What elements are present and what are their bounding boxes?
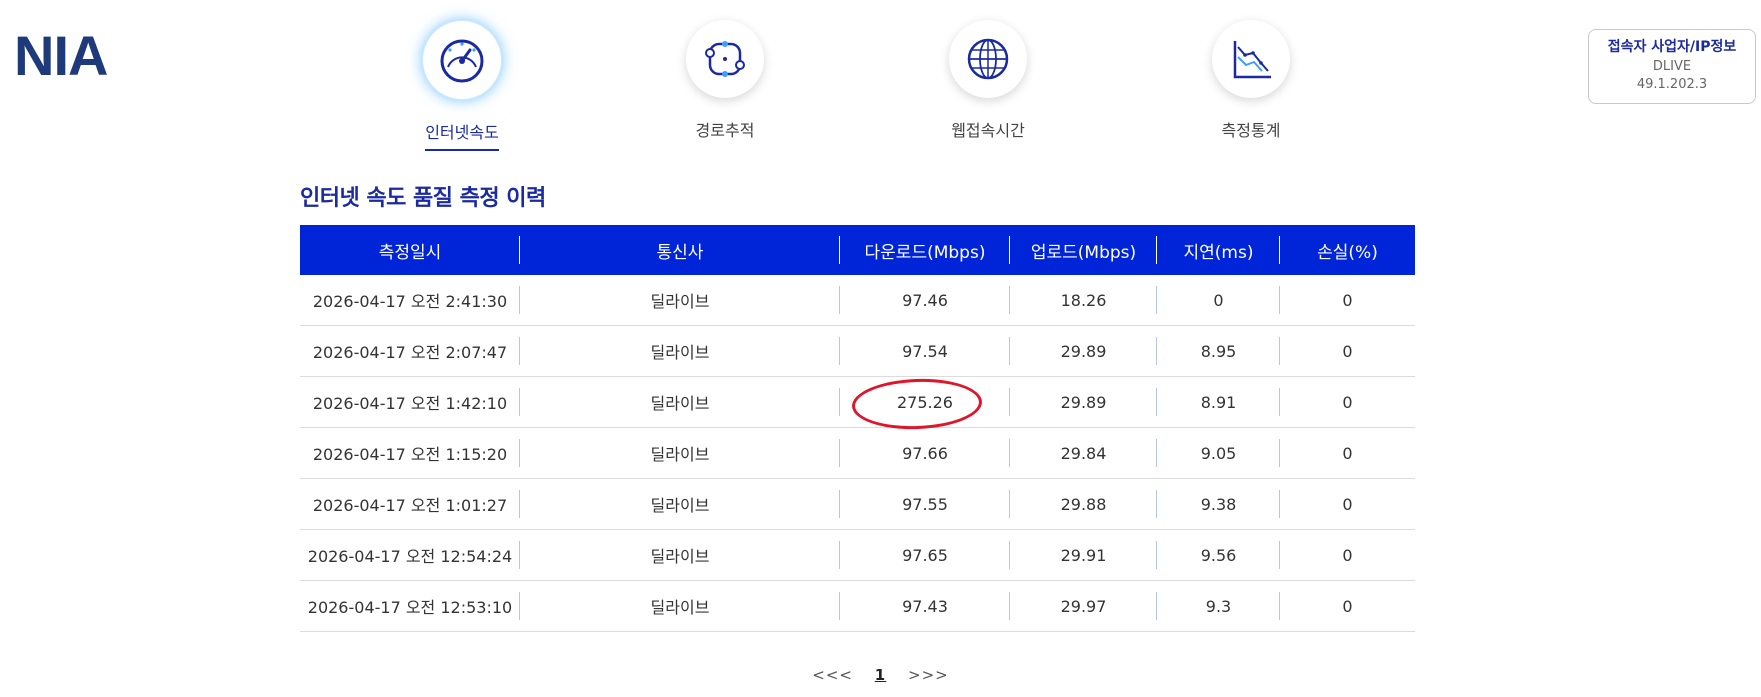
pagination: <<< 1 >>> [0, 666, 1761, 684]
cell-loss: 0 [1280, 275, 1415, 326]
nav-internet-speed[interactable]: 인터넷속도 [382, 20, 542, 151]
pagination-prev-button[interactable]: <<< [812, 666, 853, 684]
cell-latency: 8.91 [1157, 376, 1280, 428]
cell-latency: 0 [1157, 275, 1280, 326]
cell-upload: 29.89 [1010, 376, 1157, 428]
cell-carrier: 딜라이브 [520, 275, 840, 326]
globe-icon [967, 38, 1009, 80]
nav-label: 인터넷속도 [425, 119, 499, 151]
cell-datetime: 2026-04-17 오전 2:07:47 [300, 325, 520, 377]
ip-address: 49.1.202.3 [1636, 77, 1708, 92]
header-datetime[interactable]: 측정일시 [300, 225, 520, 275]
cell-latency: 9.05 [1157, 427, 1280, 479]
cell-latency: 9.38 [1157, 478, 1280, 530]
cell-datetime: 2026-04-17 오전 12:54:24 [300, 529, 520, 581]
cell-loss: 0 [1280, 529, 1415, 581]
cell-loss: 0 [1280, 580, 1415, 632]
cell-upload: 29.88 [1010, 478, 1157, 530]
nav-statistics[interactable]: 측정통계 [1171, 20, 1331, 147]
cell-download: 97.55 [840, 478, 1010, 530]
nav-label: 측정통계 [1221, 121, 1281, 140]
speed-history-table: 측정일시 통신사 다운로드(Mbps) 업로드(Mbps) 지연(ms) 손실(… [300, 225, 1415, 632]
cell-datetime: 2026-04-17 오전 1:42:10 [300, 376, 520, 428]
connection-info-box: 접속자 사업자/IP정보 DLIVE 49.1.202.3 [1588, 29, 1756, 104]
cell-datetime: 2026-04-17 오전 12:53:10 [300, 580, 520, 632]
pagination-next-button[interactable]: >>> [908, 666, 949, 684]
cell-datetime: 2026-04-17 오전 1:15:20 [300, 427, 520, 479]
nav-circle [422, 20, 502, 100]
logo[interactable]: NIA [14, 28, 108, 84]
nav-label: 경로추적 [695, 121, 755, 140]
nav-circle [1212, 20, 1290, 98]
cell-carrier: 딜라이브 [520, 580, 840, 632]
cell-latency: 9.3 [1157, 580, 1280, 632]
table-row: 2026-04-17 오전 1:42:10 딜라이브 275.26 29.89 … [300, 376, 1415, 428]
cell-upload: 29.89 [1010, 325, 1157, 377]
table-row: 2026-04-17 오전 12:54:24 딜라이브 97.65 29.91 … [300, 529, 1415, 581]
pagination-page-1[interactable]: 1 [875, 666, 886, 684]
cell-carrier: 딜라이브 [520, 427, 840, 479]
nav-circle [686, 20, 764, 98]
cell-download: 97.43 [840, 580, 1010, 632]
header-upload[interactable]: 업로드(Mbps) [1010, 225, 1157, 275]
statistics-chart-icon [1233, 41, 1271, 79]
cell-upload: 29.91 [1010, 529, 1157, 581]
nav-circle [949, 20, 1027, 98]
table-header-row: 측정일시 통신사 다운로드(Mbps) 업로드(Mbps) 지연(ms) 손실(… [300, 225, 1415, 275]
speedometer-icon [440, 39, 484, 83]
cell-upload: 18.26 [1010, 275, 1157, 326]
header-download[interactable]: 다운로드(Mbps) [840, 225, 1010, 275]
table-row: 2026-04-17 오전 1:15:20 딜라이브 97.66 29.84 9… [300, 427, 1415, 479]
route-trace-icon [705, 41, 745, 77]
section-title: 인터넷 속도 품질 측정 이력 [300, 186, 546, 211]
cell-upload: 29.84 [1010, 427, 1157, 479]
nav-web-access-time[interactable]: 웹접속시간 [908, 20, 1068, 147]
cell-download: 97.54 [840, 325, 1010, 377]
cell-loss: 0 [1280, 376, 1415, 428]
header-loss[interactable]: 손실(%) [1280, 225, 1415, 275]
cell-datetime: 2026-04-17 오전 1:01:27 [300, 478, 520, 530]
cell-latency: 9.56 [1157, 529, 1280, 581]
header-latency[interactable]: 지연(ms) [1157, 225, 1280, 275]
header-carrier[interactable]: 통신사 [520, 225, 840, 275]
isp-name: DLIVE [1652, 59, 1692, 74]
cell-carrier: 딜라이브 [520, 478, 840, 530]
cell-datetime: 2026-04-17 오전 2:41:30 [300, 275, 520, 326]
cell-loss: 0 [1280, 427, 1415, 479]
table-row: 2026-04-17 오전 12:53:10 딜라이브 97.43 29.97 … [300, 580, 1415, 632]
cell-download: 275.26 [840, 376, 1010, 428]
cell-loss: 0 [1280, 478, 1415, 530]
table-row: 2026-04-17 오전 1:01:27 딜라이브 97.55 29.88 9… [300, 478, 1415, 530]
cell-download: 97.46 [840, 275, 1010, 326]
table-row: 2026-04-17 오전 2:07:47 딜라이브 97.54 29.89 8… [300, 325, 1415, 377]
nav-label: 웹접속시간 [951, 121, 1025, 140]
table-row: 2026-04-17 오전 2:41:30 딜라이브 97.46 18.26 0… [300, 275, 1415, 326]
nav-route-trace[interactable]: 경로추적 [645, 20, 805, 147]
info-title: 접속자 사업자/IP정보 [1607, 39, 1737, 55]
cell-loss: 0 [1280, 325, 1415, 377]
cell-latency: 8.95 [1157, 325, 1280, 377]
cell-upload: 29.97 [1010, 580, 1157, 632]
cell-download: 97.66 [840, 427, 1010, 479]
cell-carrier: 딜라이브 [520, 376, 840, 428]
cell-carrier: 딜라이브 [520, 325, 840, 377]
cell-carrier: 딜라이브 [520, 529, 840, 581]
cell-download: 97.65 [840, 529, 1010, 581]
